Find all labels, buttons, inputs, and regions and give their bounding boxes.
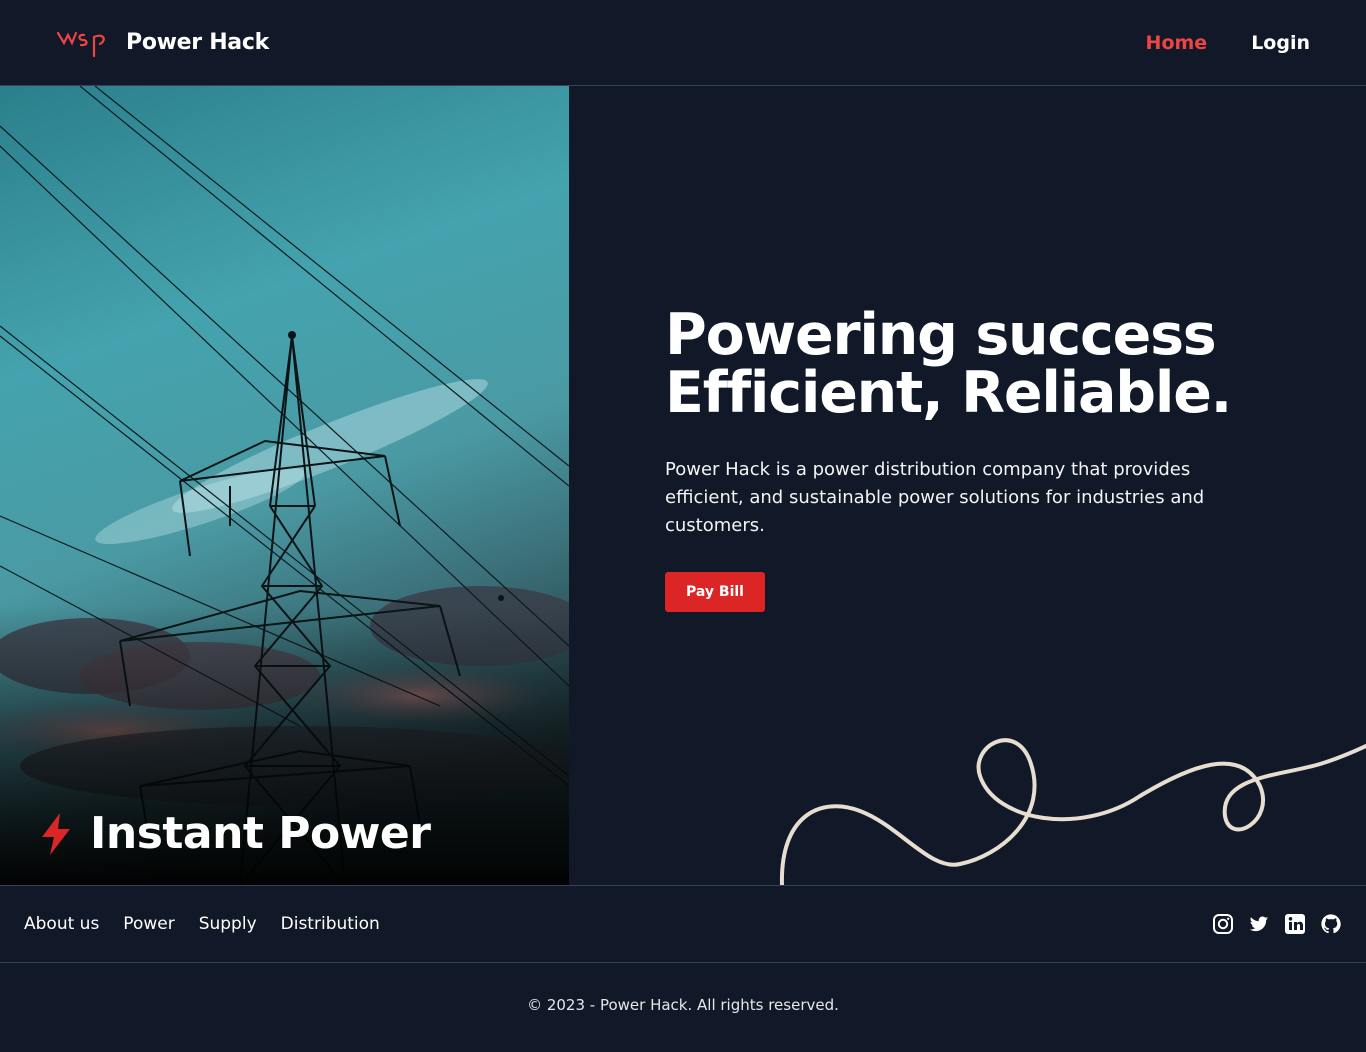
hero-description: Power Hack is a power distribution compa…	[665, 459, 1205, 536]
twitter-icon[interactable]	[1248, 913, 1270, 935]
page: Power Hack Home Login Instant Power Powe…	[0, 0, 1366, 1052]
github-icon[interactable]	[1320, 913, 1342, 935]
footer-link-supply[interactable]: Supply	[199, 914, 257, 934]
hero-content: Powering success Efficient, Reliable. Po…	[665, 306, 1305, 612]
nav-login-link[interactable]: Login	[1251, 32, 1310, 54]
lightning-bolt-icon	[42, 812, 70, 855]
hero-section: Instant Power Powering success Efficient…	[0, 86, 1366, 885]
copyright-text: © 2023 - Power Hack. All rights reserved…	[527, 996, 839, 1014]
image-caption: Instant Power	[38, 808, 431, 859]
main-nav: Home Login	[1146, 32, 1310, 54]
linkedin-icon[interactable]	[1284, 913, 1306, 935]
footer-link-about-us[interactable]: About us	[24, 914, 99, 934]
image-caption-text: Instant Power	[90, 808, 431, 859]
social-links	[1212, 913, 1342, 935]
wsp-logo-icon	[56, 31, 105, 57]
brand-name: Power Hack	[126, 30, 269, 55]
footer-link-power[interactable]: Power	[123, 914, 174, 934]
decorative-squiggle	[779, 738, 1366, 885]
brand-link[interactable]: Power Hack	[56, 27, 269, 59]
instagram-icon[interactable]	[1212, 913, 1234, 935]
footer-links: About us Power Supply Distribution	[24, 914, 380, 934]
pay-bill-button[interactable]: Pay Bill	[665, 572, 765, 612]
site-header: Power Hack Home Login	[0, 0, 1366, 86]
footer-nav: About us Power Supply Distribution	[0, 885, 1366, 963]
nav-home-link[interactable]: Home	[1146, 32, 1208, 54]
hero-title-line-2: Efficient, Reliable.	[665, 360, 1232, 426]
hero-title: Powering success Efficient, Reliable.	[665, 306, 1305, 422]
hero-image-power-tower: Instant Power	[0, 86, 569, 885]
hero-title-line-1: Powering success	[665, 302, 1217, 368]
footer-link-distribution[interactable]: Distribution	[281, 914, 380, 934]
